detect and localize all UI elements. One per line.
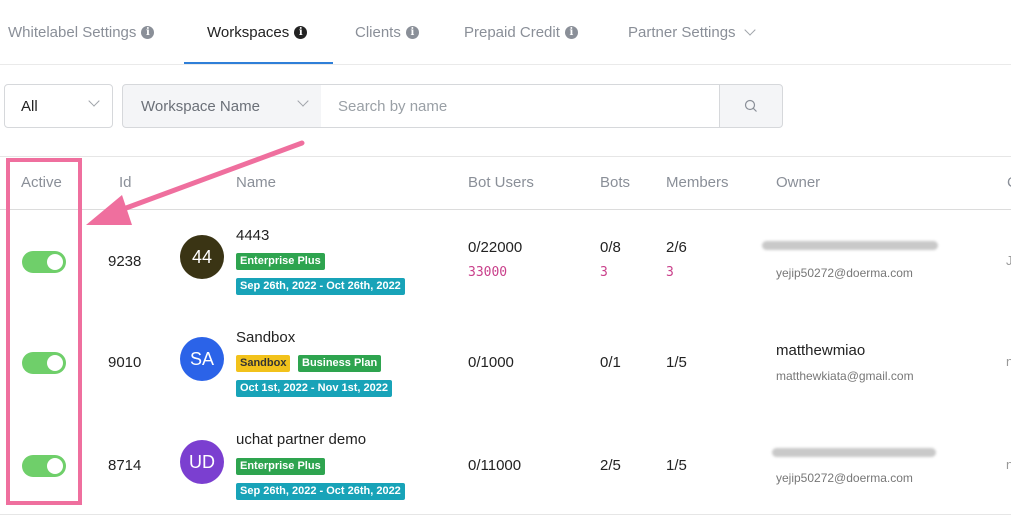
annotation-arrow-icon [86,140,305,225]
